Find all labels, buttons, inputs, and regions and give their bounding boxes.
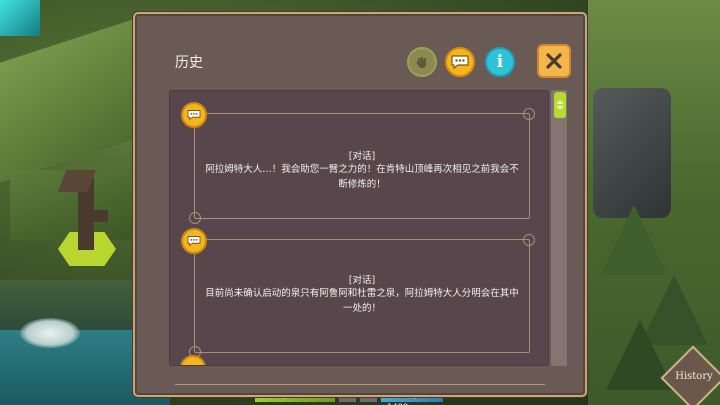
scrollbar-track[interactable]	[551, 90, 567, 366]
speech-bubble-icon	[181, 228, 207, 254]
log-entry-text: 阿拉姆特大人…！我会助您一臂之力的！在肯特山顶峰再次相见之前我会不断修炼的！	[205, 164, 519, 190]
chevron-down-icon	[556, 106, 564, 110]
stone-pillar	[593, 88, 671, 218]
grass-tile	[0, 17, 140, 183]
history-log[interactable]: [对话] 阿拉姆特大人…！我会助您一臂之力的！在肯特山顶峰再次相见之前我会不断修…	[169, 90, 549, 366]
chevron-up-icon	[556, 100, 564, 104]
hand-icon	[416, 57, 426, 68]
speech-bubble-icon	[181, 102, 207, 128]
dialog-title: 历史	[175, 55, 203, 71]
speech-bubble-icon	[180, 355, 206, 365]
filter-hand-button[interactable]	[407, 47, 437, 77]
water-foam	[20, 318, 80, 348]
info-icon: i	[496, 52, 504, 72]
history-dialog: 历史 i [对话] 阿拉姆特大人…！我会助您一臂之力的！在肯特山顶峰再次相见之前…	[133, 12, 587, 397]
log-entry-text: 目前尚未确认启动的泉只有阿鲁阿和杜雷之泉，阿拉姆特大人分明会在其中一处的！	[205, 288, 519, 314]
history-button-label: History	[675, 371, 713, 382]
close-button[interactable]	[537, 44, 571, 78]
close-icon	[546, 53, 562, 69]
filter-dialogue-button[interactable]	[445, 47, 475, 77]
crystal-tile	[0, 0, 40, 36]
speech-bubble-icon	[451, 55, 469, 70]
log-entry-category: [对话]	[348, 151, 376, 162]
log-entry: [对话] 目前尚未确认启动的泉只有阿鲁阿和杜雷之泉，阿拉姆特大人分明会在其中一处…	[181, 228, 535, 358]
info-button[interactable]: i	[485, 47, 515, 77]
log-entry-category: [对话]	[348, 275, 376, 286]
ornament-divider	[175, 384, 545, 385]
log-entry: [对话] 阿拉姆特大人…！我会助您一臂之力的！在肯特山顶峰再次相见之前我会不断修…	[181, 102, 535, 224]
signpost-arm	[86, 210, 108, 222]
scrollbar-thumb[interactable]	[554, 92, 566, 118]
pine-tree	[600, 205, 668, 275]
